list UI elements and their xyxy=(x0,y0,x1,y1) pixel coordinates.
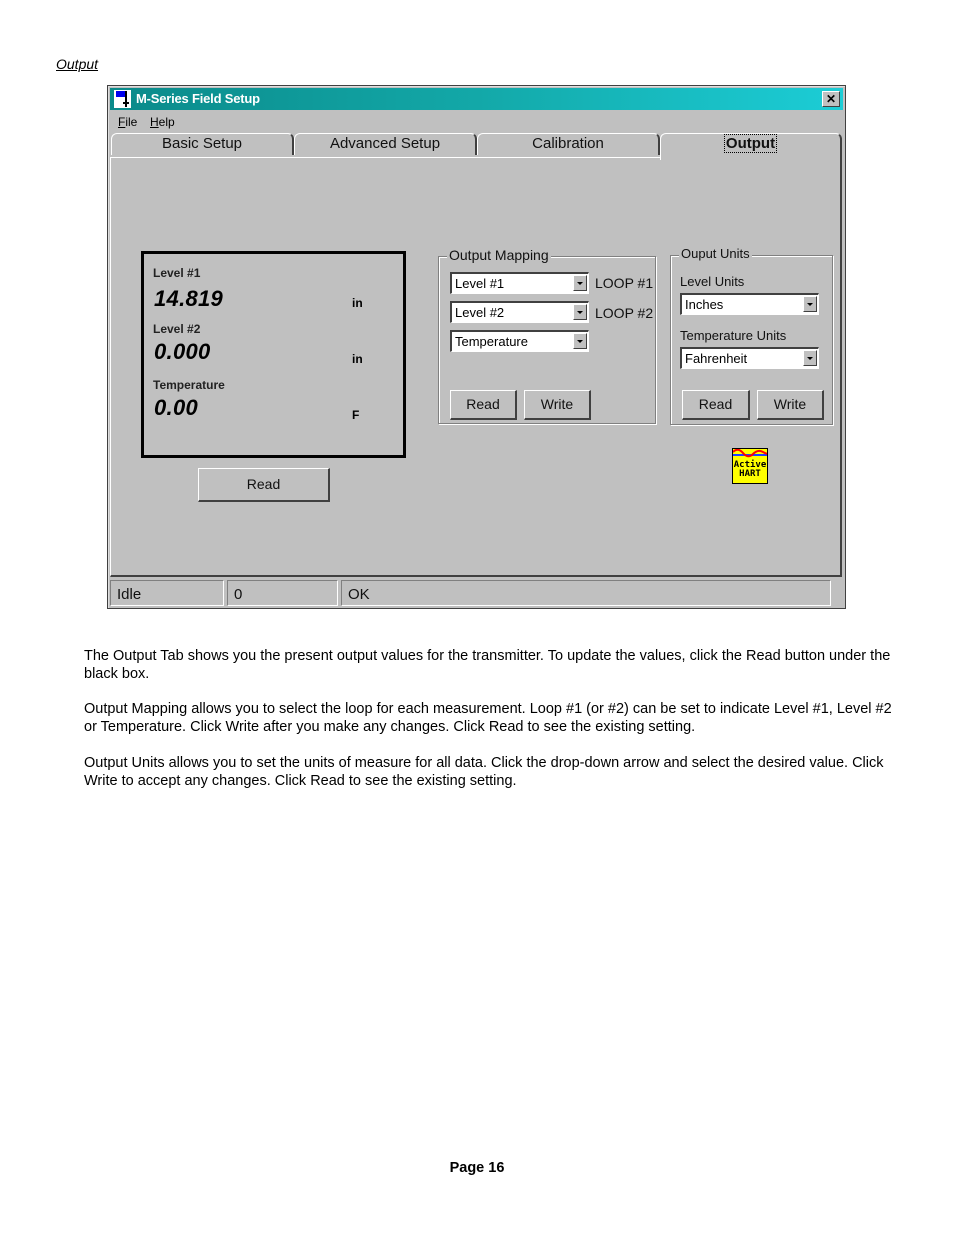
chevron-down-icon[interactable] xyxy=(573,333,587,349)
level2-label: Level #2 xyxy=(153,322,201,336)
units-read-button[interactable]: Read xyxy=(682,390,750,420)
mapping-write-button[interactable]: Write xyxy=(524,390,591,420)
loop1-select[interactable]: Level #1 xyxy=(450,272,589,294)
temperature-unit: F xyxy=(352,408,360,422)
tab-calibration[interactable]: Calibration xyxy=(477,133,660,155)
loop2-select[interactable]: Level #2 xyxy=(450,301,589,323)
temperature-value: 0.00 xyxy=(154,395,199,420)
status-count: 0 xyxy=(227,580,338,606)
chevron-down-icon[interactable] xyxy=(803,350,817,366)
output-units-title: Ouput Units xyxy=(679,246,752,261)
chevron-down-icon[interactable] xyxy=(573,304,587,320)
mapping-read-button[interactable]: Read xyxy=(450,390,517,420)
title-bar[interactable]: M-Series Field Setup ✕ xyxy=(110,88,843,110)
paragraph-output-tab: The Output Tab shows you the present out… xyxy=(84,648,891,682)
level-units-label: Level Units xyxy=(680,274,745,289)
temperature-label: Temperature xyxy=(153,378,225,392)
output-mapping-title: Output Mapping xyxy=(447,247,551,263)
loop3-select[interactable]: Temperature xyxy=(450,330,589,352)
loop2-label: LOOP #2 xyxy=(595,305,654,321)
app-window: M-Series Field Setup ✕ File Help Basic S… xyxy=(107,85,846,609)
tab-advanced-setup[interactable]: Advanced Setup xyxy=(294,133,477,155)
tab-output[interactable]: Output xyxy=(660,133,842,160)
tab-basic-setup[interactable]: Basic Setup xyxy=(111,133,294,155)
temperature-units-label: Temperature Units xyxy=(680,328,787,343)
close-button[interactable]: ✕ xyxy=(822,91,840,107)
window-title: M-Series Field Setup xyxy=(136,91,260,106)
status-message: OK xyxy=(341,580,831,606)
app-flag-icon xyxy=(114,90,131,108)
output-tab-panel: Level #1 14.819 in Level #2 0.000 in Tem… xyxy=(110,157,842,577)
output-units-group: Ouput Units Level Units Inches Temperatu… xyxy=(670,246,833,425)
menu-help[interactable]: Help xyxy=(150,115,175,129)
level2-value: 0.000 xyxy=(154,339,211,364)
read-values-button[interactable]: Read xyxy=(198,468,330,502)
level1-label: Level #1 xyxy=(153,266,201,280)
chevron-down-icon[interactable] xyxy=(803,296,817,312)
level1-unit: in xyxy=(352,296,363,310)
level1-value: 14.819 xyxy=(154,286,224,311)
page-number: Page 16 xyxy=(449,1160,505,1176)
paragraph-output-units: Output Units allows you to set the units… xyxy=(84,755,884,789)
temperature-units-select[interactable]: Fahrenheit xyxy=(680,347,819,369)
output-mapping-group: Output Mapping Level #1 LOOP #1 Level #2… xyxy=(438,247,656,424)
chevron-down-icon[interactable] xyxy=(573,275,587,291)
loop1-label: LOOP #1 xyxy=(595,275,654,291)
level2-unit: in xyxy=(352,352,363,366)
readout-box: Level #1 14.819 in Level #2 0.000 in Tem… xyxy=(141,251,406,458)
paragraph-output-mapping: Output Mapping allows you to select the … xyxy=(84,701,892,735)
close-icon: ✕ xyxy=(825,92,837,106)
status-state: Idle xyxy=(110,580,224,606)
section-heading: Output xyxy=(56,56,99,72)
status-bar: Idle 0 OK xyxy=(110,580,842,606)
menu-file[interactable]: File xyxy=(118,115,137,129)
active-hart-icon[interactable]: Active HART xyxy=(732,448,768,484)
units-write-button[interactable]: Write xyxy=(757,390,824,420)
level-units-select[interactable]: Inches xyxy=(680,293,819,315)
